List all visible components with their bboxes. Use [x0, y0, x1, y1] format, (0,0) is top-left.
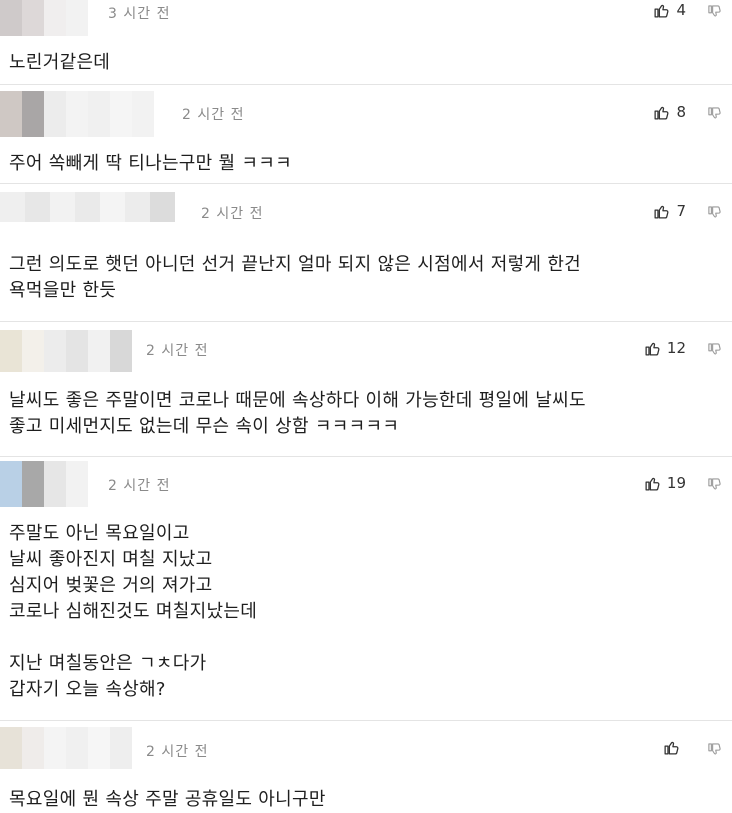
comment-text: 그런 의도로 햇던 아니던 선거 끝난지 얼마 되지 않은 시점에서 저렇게 한…	[9, 254, 582, 301]
like-button[interactable]: 19	[644, 474, 686, 492]
like-button[interactable]: 7	[653, 202, 686, 220]
blurred-author-avatar	[0, 192, 175, 222]
like-button[interactable]: 12	[644, 339, 686, 357]
like-count: 4	[676, 1, 686, 19]
comment-header: 2 시간 전 12	[0, 322, 732, 372]
comment-text: 주어 쏙빼게 딱 티나는구만 뭘 ㅋㅋㅋ	[9, 153, 293, 174]
comment-timestamp: 3 시간 전	[108, 6, 171, 22]
comment-item: 3 시간 전 4 노린거같은데	[0, 0, 732, 85]
blurred-author-avatar	[0, 330, 132, 372]
thumbs-up-icon	[645, 477, 660, 491]
thumbs-down-icon[interactable]	[707, 106, 722, 121]
blurred-author-avatar	[0, 727, 132, 769]
thumbs-up-icon	[654, 205, 669, 219]
thumbs-up-icon	[664, 741, 679, 755]
thumbs-down-icon[interactable]	[707, 742, 722, 757]
like-count: 7	[676, 202, 686, 220]
comment-text: 노린거같은데	[9, 52, 111, 73]
comment-timestamp: 2 시간 전	[182, 107, 245, 123]
like-button[interactable]	[663, 739, 686, 756]
blurred-author-avatar	[0, 0, 88, 36]
like-button[interactable]: 8	[653, 103, 686, 121]
comment-text: 날씨도 좋은 주말이면 코로나 때문에 속상하다 이해 가능한데 평일에 날씨도…	[9, 390, 586, 437]
thumbs-up-icon	[645, 342, 660, 356]
thumbs-down-icon[interactable]	[707, 205, 722, 220]
comment-item: 2 시간 전 12 날씨도 좋은 주말이면 코로나 때문에 속상하다 이해 가능…	[0, 322, 732, 457]
comment-timestamp: 2 시간 전	[146, 343, 209, 359]
comment-header: 2 시간 전 8	[0, 85, 732, 137]
comment-header: 2 시간 전	[0, 721, 732, 771]
comment-item: 2 시간 전 8 주어 쏙빼게 딱 티나는구만 뭘 ㅋㅋㅋ	[0, 85, 732, 184]
comment-item: 2 시간 전 19 주말도 아닌 목요일이고 날씨 좋아진지 며칠 지났고 심지…	[0, 457, 732, 721]
comment-header: 2 시간 전 7	[0, 184, 732, 234]
thumbs-up-icon	[654, 106, 669, 120]
comment-text: 주말도 아닌 목요일이고 날씨 좋아진지 며칠 지났고 심지어 벚꽃은 거의 져…	[9, 523, 258, 700]
comment-header: 3 시간 전 4	[0, 0, 732, 50]
comment-header: 2 시간 전 19	[0, 457, 732, 507]
blurred-author-avatar	[0, 461, 88, 507]
comment-item: 2 시간 전 목요일에 뭔 속상 주말 공휴일도 아니구만	[0, 721, 732, 813]
comment-item: 2 시간 전 7 그런 의도로 햇던 아니던 선거 끝난지 얼마 되지 않은 시…	[0, 184, 732, 322]
comment-timestamp: 2 시간 전	[201, 206, 264, 222]
blurred-author-avatar	[0, 91, 154, 137]
like-count: 12	[666, 339, 686, 357]
comment-timestamp: 2 시간 전	[146, 744, 209, 760]
like-count: 8	[676, 103, 686, 121]
thumbs-down-icon[interactable]	[707, 342, 722, 357]
thumbs-down-icon[interactable]	[707, 4, 722, 19]
like-count: 19	[666, 474, 686, 492]
comment-text: 목요일에 뭔 속상 주말 공휴일도 아니구만	[9, 789, 326, 810]
thumbs-up-icon	[654, 4, 669, 18]
like-button[interactable]: 4	[653, 1, 686, 19]
thumbs-down-icon[interactable]	[707, 477, 722, 492]
comment-timestamp: 2 시간 전	[108, 478, 171, 494]
